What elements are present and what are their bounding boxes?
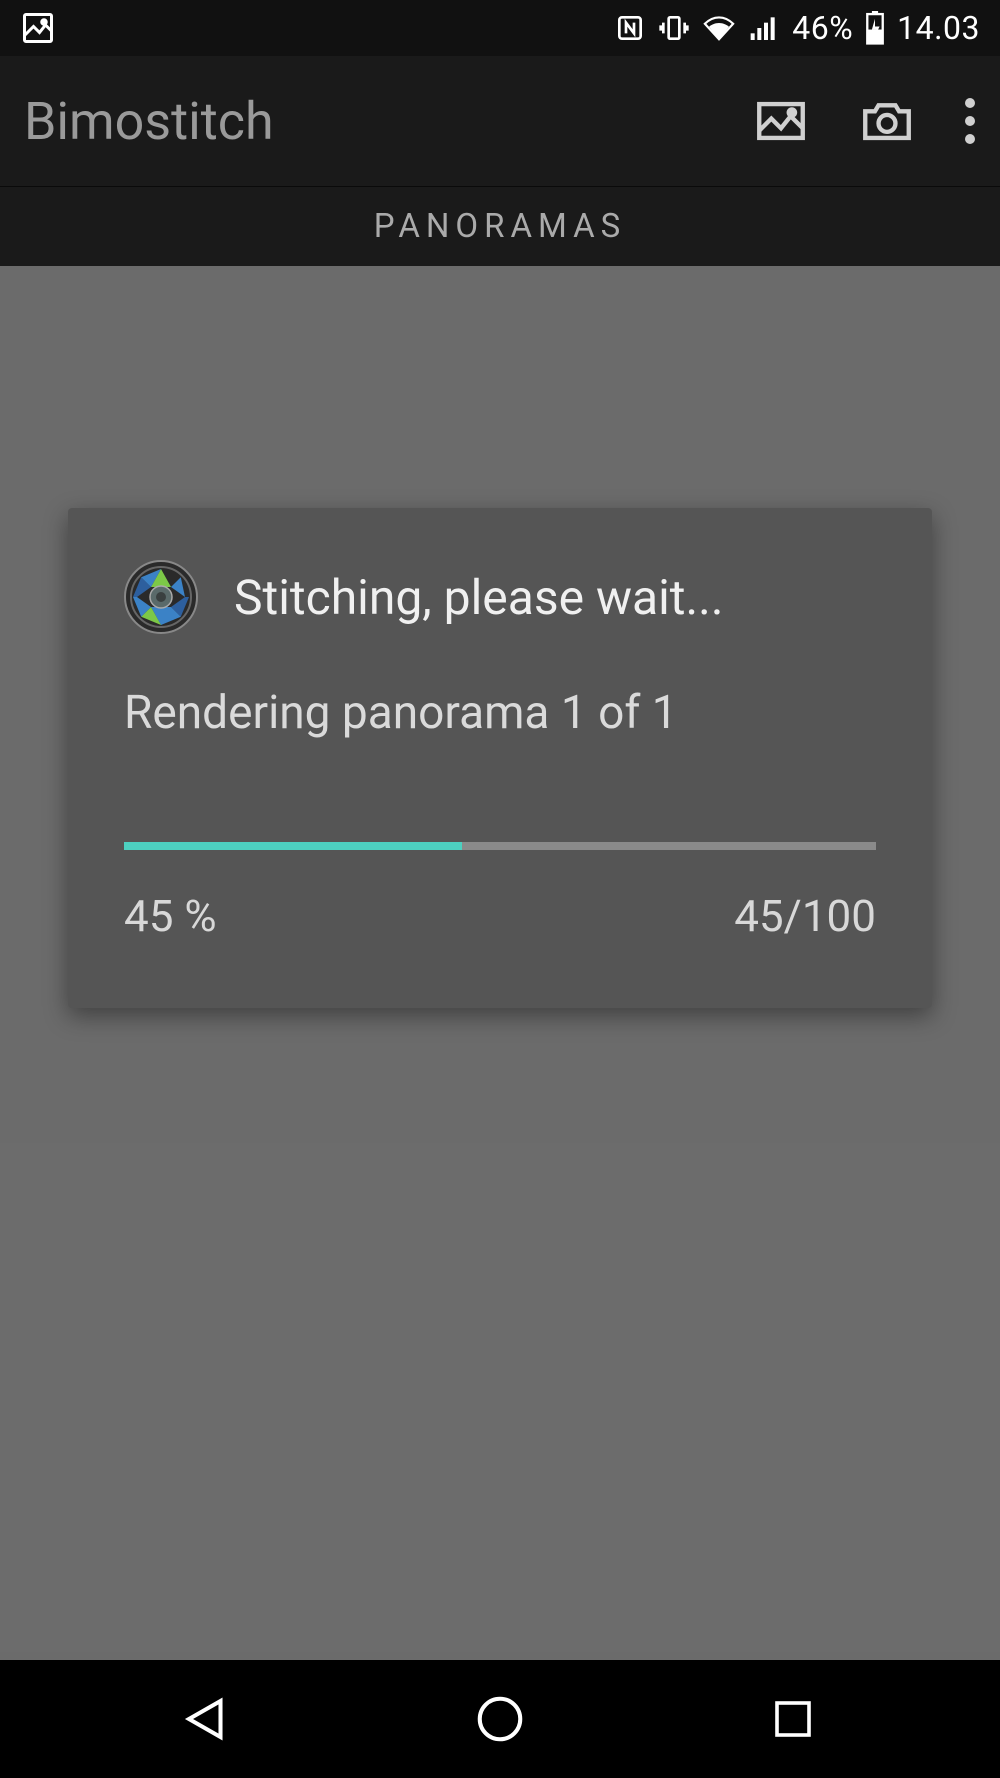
signal-icon [748,12,780,44]
time-text: 14.03 [897,9,980,47]
dialog-status-text: Rendering panorama 1 of 1 [124,686,876,740]
gallery-icon[interactable] [752,92,810,150]
nav-bar [0,1660,1000,1778]
back-button[interactable] [117,1679,297,1759]
more-icon[interactable] [964,97,976,145]
battery-percent-text: 46% [792,9,853,47]
wifi-icon [702,11,736,45]
dialog-title: Stitching, please wait... [234,569,723,626]
picture-icon [20,10,56,46]
progress-dialog: Stitching, please wait... Rendering pano… [68,508,932,1008]
tab-panoramas[interactable]: PANORAMAS [374,207,626,246]
recent-button[interactable] [703,1679,883,1759]
battery-charging-icon [865,11,885,45]
progress-labels: 45 % 45/100 [124,890,876,942]
progress-percent-label: 45 % [124,890,217,942]
vibrate-icon [658,12,690,44]
status-bar: 46% 14.03 [0,0,1000,56]
status-left [20,10,56,46]
content-area: Stitching, please wait... Rendering pano… [0,266,1000,1660]
status-right: 46% 14.03 [614,9,980,47]
nfc-icon [614,12,646,44]
app-actions [752,92,976,150]
dialog-header: Stitching, please wait... [124,560,876,634]
app-title: Bimostitch [24,91,274,152]
progress-bar [124,842,876,850]
progress-fill [124,842,462,850]
app-logo-icon [124,560,198,634]
tab-bar: PANORAMAS [0,186,1000,266]
progress-count-label: 45/100 [734,890,876,942]
home-button[interactable] [410,1679,590,1759]
app-bar: Bimostitch [0,56,1000,186]
camera-icon[interactable] [858,92,916,150]
